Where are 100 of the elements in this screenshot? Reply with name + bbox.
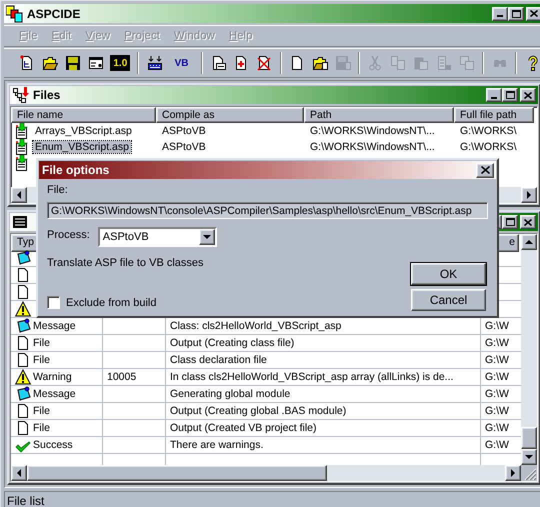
table-cell: Output (Creating global .BAS module) (170, 405, 346, 417)
version-button[interactable]: 1.0 (110, 55, 130, 71)
document-icon (15, 267, 31, 283)
close-icon (480, 166, 490, 174)
table-cell: G:\W (485, 371, 509, 383)
table-cell-text: ASPtoVB (161, 125, 207, 137)
caret-icon (202, 234, 211, 240)
close-button[interactable] (476, 162, 494, 178)
scroll-left-button[interactable] (11, 465, 27, 481)
message-icon (15, 318, 31, 334)
document-cross-icon (256, 55, 272, 71)
process-dropdown[interactable]: ASPtoVB (98, 227, 217, 247)
checkbox[interactable] (47, 296, 60, 309)
app-logo-icon (6, 4, 24, 22)
message-type: Warning (33, 371, 72, 383)
close-icon (524, 92, 532, 98)
table-cell: G:\W (485, 320, 509, 332)
scrollbar-thumb[interactable] (27, 465, 327, 481)
table-cell: 10005 (107, 371, 136, 383)
document-icon (15, 352, 31, 368)
maximize-button[interactable] (502, 88, 518, 102)
status-text: File list (7, 494, 44, 507)
window-copy-icon (458, 55, 475, 71)
asp-file-icon (15, 123, 31, 139)
table-cell-text: ASPtoVB (161, 141, 207, 153)
right-arrow-icon (510, 469, 516, 477)
table-cell: G:\W (485, 337, 509, 349)
left-arrow-icon (16, 469, 22, 477)
column-header[interactable]: Full file path (454, 107, 534, 123)
keyboard-arrows-icon (146, 55, 163, 71)
maximize-icon (506, 218, 514, 226)
asp-file-icon (15, 139, 31, 155)
checkbox-label[interactable]: Exclude from build (66, 296, 156, 308)
document-icon (15, 403, 31, 419)
window-title: Files (33, 88, 62, 102)
close-icon (530, 10, 538, 17)
maximize-icon (506, 91, 514, 99)
table-cell: G:\W (485, 422, 509, 434)
tree-arrow-icon (12, 87, 30, 103)
document-icon (15, 284, 31, 300)
dialog-button[interactable]: OK (411, 263, 486, 285)
document-lines-icon (436, 55, 452, 71)
app-title: ASPCIDE (27, 6, 82, 20)
column-header[interactable]: Compile as (156, 107, 304, 123)
list-icon (12, 215, 28, 229)
column-header[interactable]: Path (304, 107, 454, 123)
dialog-button[interactable]: Cancel (411, 289, 486, 311)
file-name-cell[interactable]: Arrays_VBScript.asp (33, 125, 134, 137)
vertical-scrollbar[interactable] (521, 234, 537, 465)
message-type: File (33, 337, 50, 349)
table-cell-text: G:\WORKS\ (459, 141, 518, 153)
close-button[interactable] (520, 215, 536, 229)
window-icon (88, 55, 104, 71)
file-name-cell[interactable]: Enum_VBScript.asp (33, 141, 131, 153)
table-cell: Generating global module (170, 388, 290, 400)
scroll-right-button[interactable] (521, 187, 537, 203)
table-cell-text: G:\WORKS\WindowsNT\... (309, 125, 436, 137)
message-type: Success (33, 439, 73, 451)
message-type: File (33, 405, 50, 417)
scroll-left-button[interactable] (11, 187, 27, 203)
maximize-button[interactable] (508, 6, 524, 20)
message-icon (15, 250, 31, 266)
scroll-up-button[interactable] (521, 234, 537, 250)
horizontal-scrollbar[interactable] (11, 465, 521, 481)
folder-icon (42, 55, 58, 71)
column-header[interactable]: File name (11, 107, 156, 123)
document-icon (15, 420, 31, 436)
close-icon (524, 218, 532, 226)
scroll-down-button[interactable] (521, 449, 537, 465)
maximize-icon (512, 10, 520, 18)
table-cell: There are warnings. (170, 439, 264, 451)
down-arrow-icon (525, 454, 533, 460)
scissors-icon (367, 55, 384, 71)
scrollbar-thumb[interactable] (521, 427, 537, 449)
table-cell-text: G:\WORKS\ (459, 125, 518, 137)
warning-icon (15, 369, 31, 385)
table-cell: Output (Created VB project file) (170, 422, 316, 434)
table-cell: In class cls2HelloWorld_VBScript_asp array (allLinks) is de... (170, 371, 454, 383)
message-type: Message (33, 388, 76, 400)
left-arrow-icon (16, 191, 22, 199)
dialog-title: File options (42, 163, 110, 177)
maximize-button[interactable] (502, 215, 518, 229)
minimize-button[interactable] (486, 88, 502, 102)
field-label: File: (47, 184, 68, 196)
table-cell: G:\W (485, 354, 509, 366)
file-path-field[interactable]: G:\WORKS\WindowsNT\console\ASPCompiler\Samples\asp\hello\src\Enum_VBScript.asp (47, 202, 488, 219)
clipboard-icon (413, 55, 430, 71)
field-label: Process: (47, 229, 90, 241)
table-cell-text: G:\WORKS\WindowsNT\... (309, 141, 436, 153)
minimize-button[interactable] (492, 6, 508, 20)
vb-button[interactable]: VB (170, 52, 193, 74)
table-cell: Class declaration file (170, 354, 267, 366)
close-button[interactable] (520, 88, 536, 102)
scroll-right-button[interactable] (505, 465, 521, 481)
close-button[interactable] (526, 6, 540, 20)
description-text: Translate ASP file to VB classes (47, 257, 205, 269)
document-window-icon (210, 55, 226, 71)
two-documents-icon (390, 55, 406, 71)
message-type: Message (33, 320, 76, 332)
message-type: File (33, 354, 50, 366)
